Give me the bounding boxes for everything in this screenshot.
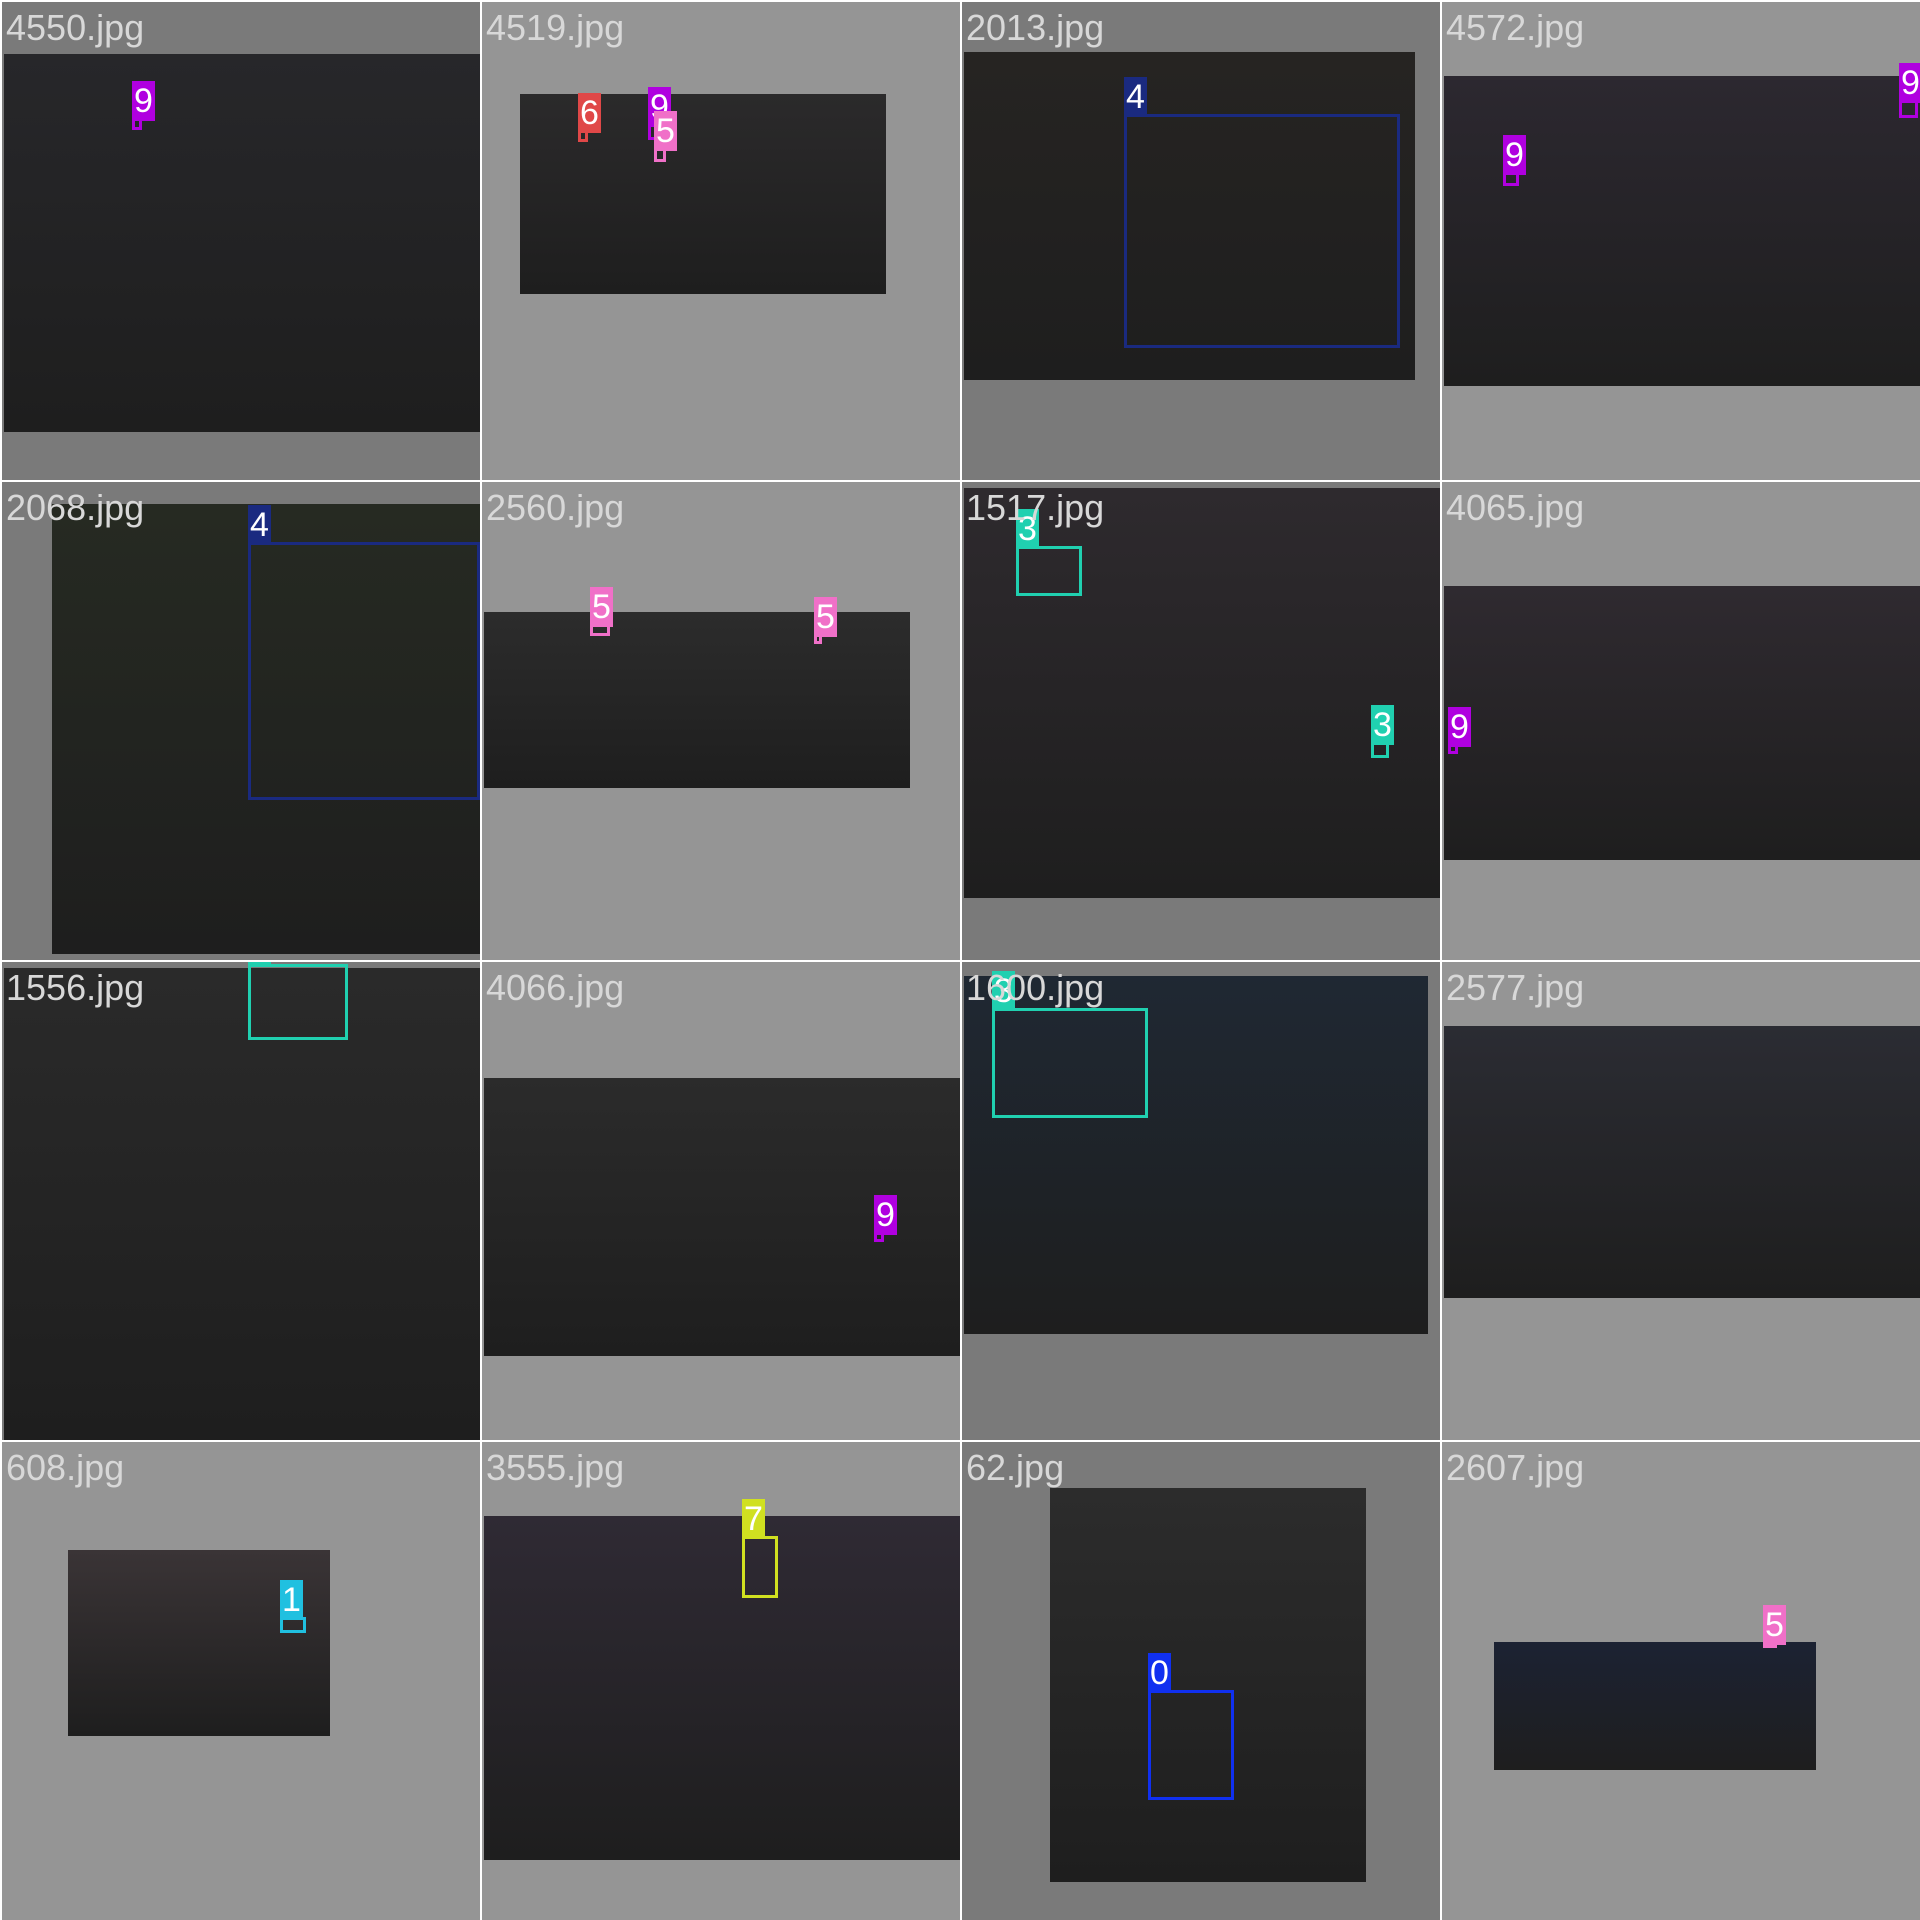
detection-class-label: 9 (1899, 63, 1920, 103)
detection-class-label: 9 (874, 1195, 897, 1235)
detection-class-label: 5 (814, 597, 837, 637)
mosaic-tile: 1517.jpg 3 3 (962, 482, 1440, 960)
tile-image (1494, 1642, 1816, 1770)
tile-filename: 2607.jpg (1446, 1447, 1585, 1488)
detection-class-label: 9 (132, 81, 155, 121)
detection-box: 3 (1016, 509, 1082, 596)
tile-filename: 1600.jpg (966, 967, 1105, 1008)
tile-filename: 62.jpg (966, 1447, 1065, 1488)
detection-class-label: 9 (1503, 135, 1526, 175)
tile-image (484, 1516, 960, 1860)
tile-image (520, 94, 886, 294)
mosaic-tile: 1556.jpg 3 (2, 962, 480, 1440)
detection-box: 9 (1448, 707, 1471, 754)
detection-class-label: 7 (742, 1499, 765, 1539)
detection-box: 5 (814, 597, 837, 644)
tile-image (4, 968, 480, 1440)
detection-class-label: 6 (578, 93, 601, 133)
mosaic-tile: 4550.jpg 9 (2, 2, 480, 480)
tile-filename: 4519.jpg (486, 7, 625, 48)
tile-filename: 2577.jpg (1446, 967, 1585, 1008)
detection-class-label: 5 (1763, 1605, 1786, 1645)
tile-filename: 4066.jpg (486, 967, 625, 1008)
detection-box: 5 (654, 111, 677, 162)
mosaic-tile: 4065.jpg 9 (1442, 482, 1920, 960)
detection-class-label: 9 (1448, 707, 1471, 747)
tile-image (68, 1550, 330, 1736)
mosaic-tile: 2607.jpg 5 (1442, 1442, 1920, 1920)
tile-filename: 608.jpg (6, 1447, 125, 1488)
tile-filename: 1556.jpg (6, 967, 145, 1008)
mosaic-tile: 2013.jpg 4 (962, 2, 1440, 480)
tile-filename: 3555.jpg (486, 1447, 625, 1488)
mosaic-tile: 4572.jpg 9 9 (1442, 2, 1920, 480)
detection-box: 7 (742, 1499, 778, 1598)
tile-filename: 1517.jpg (966, 487, 1105, 528)
tile-filename: 4550.jpg (6, 7, 145, 48)
tile-image (484, 612, 910, 788)
image-mosaic: 4550.jpg 9 4519.jpg 6 9 5 2013.jpg 4 4572.jpg 9 9 2… (0, 0, 1920, 1920)
detection-box: 0 (1148, 1653, 1234, 1800)
mosaic-tile: 62.jpg 0 (962, 1442, 1440, 1920)
detection-box: 3 (1371, 705, 1394, 758)
tile-image (4, 54, 480, 432)
detection-class-label: 4 (1124, 77, 1147, 117)
tile-image (1050, 1488, 1366, 1882)
mosaic-tile: 2577.jpg (1442, 962, 1920, 1440)
detection-box: 4 (1124, 77, 1400, 348)
detection-box: 5 (590, 587, 613, 636)
tile-image (1444, 76, 1920, 386)
detection-class-label: 1 (280, 1580, 303, 1620)
detection-box: 3 (248, 962, 348, 1040)
detection-class-label: 3 (1371, 705, 1394, 745)
tile-filename: 2560.jpg (486, 487, 625, 528)
tile-image (1444, 1026, 1920, 1298)
tile-filename: 2013.jpg (966, 7, 1105, 48)
detection-box: 9 (1503, 135, 1526, 186)
detection-box: 3 (992, 971, 1148, 1118)
detection-box: 9 (874, 1195, 897, 1242)
mosaic-tile: 4066.jpg 9 (482, 962, 960, 1440)
mosaic-tile: 2068.jpg 4 (2, 482, 480, 960)
detection-class-label: 5 (590, 587, 613, 627)
detection-class-label: 5 (654, 111, 677, 151)
detection-box: 5 (1763, 1605, 1786, 1648)
detection-box: 9 (1899, 63, 1920, 118)
mosaic-tile: 608.jpg 1 (2, 1442, 480, 1920)
detection-box: 6 (578, 93, 601, 142)
tile-filename: 4572.jpg (1446, 7, 1585, 48)
mosaic-tile: 2560.jpg 5 5 (482, 482, 960, 960)
detection-box: 9 (132, 81, 155, 130)
mosaic-tile: 3555.jpg 7 (482, 1442, 960, 1920)
detection-box: 4 (248, 505, 480, 800)
mosaic-tile: 1600.jpg 3 (962, 962, 1440, 1440)
detection-class-label: 3 (248, 962, 271, 967)
tile-filename: 4065.jpg (1446, 487, 1585, 528)
detection-class-label: 4 (248, 505, 271, 545)
detection-class-label: 0 (1148, 1653, 1171, 1693)
tile-image (1444, 586, 1920, 860)
detection-box: 1 (280, 1580, 306, 1633)
tile-filename: 2068.jpg (6, 487, 145, 528)
mosaic-tile: 4519.jpg 6 9 5 (482, 2, 960, 480)
